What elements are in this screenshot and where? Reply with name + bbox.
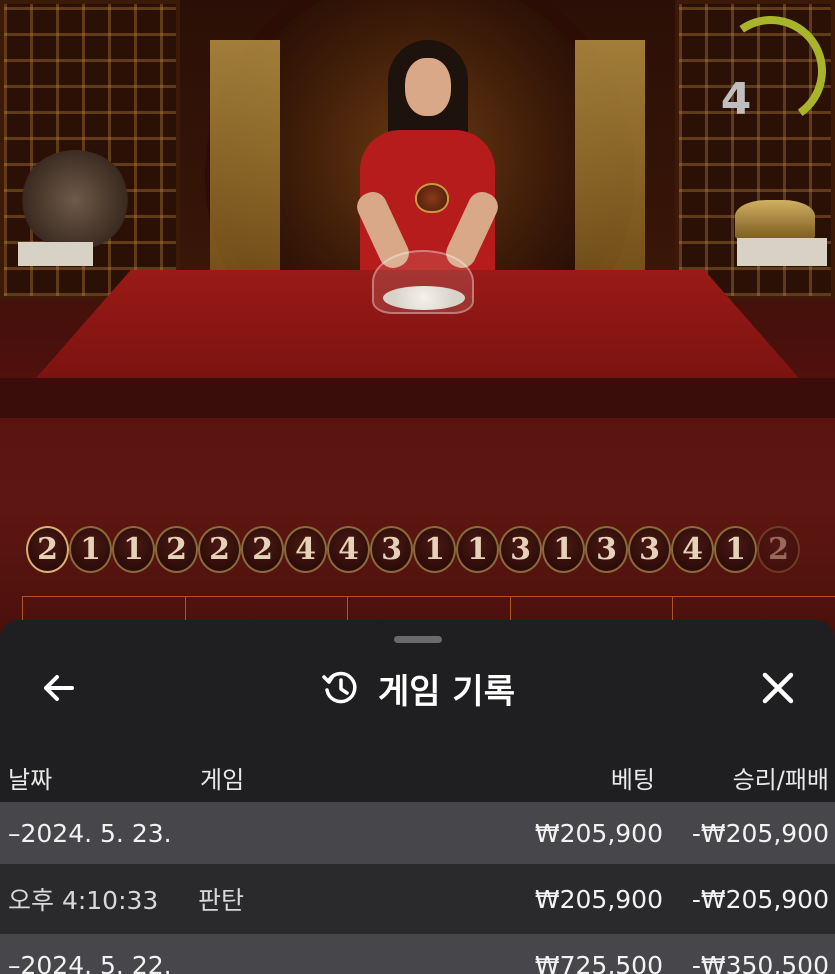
history-bead: 4 <box>284 526 327 573</box>
row-result: -₩205,900 <box>691 884 829 914</box>
history-bead: 1 <box>714 526 757 573</box>
row-result: -₩350,500 <box>691 950 829 974</box>
history-clock-icon <box>322 671 357 704</box>
history-bead: 4 <box>671 526 714 573</box>
dealer-bowl <box>415 183 449 213</box>
result-history-beads: 211222443113133412 <box>26 526 800 573</box>
countdown-timer-value: 4 <box>720 74 752 125</box>
history-bead: 2 <box>155 526 198 573</box>
history-entry-row[interactable]: 오후 4:10:33 판탄 ₩205,900 -₩205,900 <box>0 864 835 934</box>
row-bet: ₩725,500 <box>534 950 663 974</box>
game-history-sheet: 게임 기록 날짜 게임 베팅 승리/패배 –2024. 5. 23. ₩205,… <box>0 620 835 974</box>
live-video-stream: 4 211222443113133412 <box>0 0 835 640</box>
history-bead: 1 <box>69 526 112 573</box>
row-date: –2024. 5. 23. <box>8 818 172 848</box>
column-header-game: 게임 <box>200 766 245 794</box>
row-bet: ₩205,900 <box>534 818 663 848</box>
history-date-row[interactable]: –2024. 5. 23. ₩205,900 -₩205,900 <box>0 802 835 864</box>
row-game: 판탄 <box>198 886 245 915</box>
sheet-title: 게임 기록 <box>378 671 515 712</box>
column-header-bet: 베팅 <box>610 766 655 794</box>
dragon-statue <box>735 200 815 240</box>
column-header-date: 날짜 <box>8 766 53 794</box>
sheet-title-group: 게임 기록 <box>0 664 835 712</box>
bonsai-decoration <box>20 150 130 250</box>
history-bead: 2 <box>26 526 69 573</box>
sheet-header: 게임 기록 <box>0 656 835 716</box>
history-bead: 2 <box>241 526 284 573</box>
row-bet: ₩205,900 <box>534 884 663 914</box>
bonsai-pot <box>18 242 93 266</box>
close-button[interactable] <box>754 664 802 712</box>
fan-tan-beans <box>383 286 465 310</box>
row-result: -₩205,900 <box>691 818 829 848</box>
sheet-drag-handle[interactable] <box>394 636 442 643</box>
history-bead: 1 <box>413 526 456 573</box>
history-bead: 2 <box>198 526 241 573</box>
history-bead: 1 <box>456 526 499 573</box>
row-date: –2024. 5. 22. <box>8 950 172 974</box>
history-bead: 1 <box>542 526 585 573</box>
row-time: 오후 4:10:33 <box>8 886 159 915</box>
live-dealer <box>352 40 503 280</box>
column-header-result: 승리/패배 <box>732 766 829 794</box>
history-bead: 3 <box>370 526 413 573</box>
gold-panel-right <box>575 40 645 270</box>
dragon-statue-base <box>737 238 827 266</box>
history-bead: 3 <box>585 526 628 573</box>
history-bead: 1 <box>112 526 155 573</box>
history-bead: 2 <box>757 526 800 573</box>
close-icon <box>762 672 794 704</box>
history-date-row[interactable]: –2024. 5. 22. ₩725,500 -₩350,500 <box>0 934 835 974</box>
gold-panel-left <box>210 40 280 270</box>
history-bead: 3 <box>499 526 542 573</box>
history-bead: 4 <box>327 526 370 573</box>
game-table-rim <box>0 378 835 418</box>
history-bead: 3 <box>628 526 671 573</box>
